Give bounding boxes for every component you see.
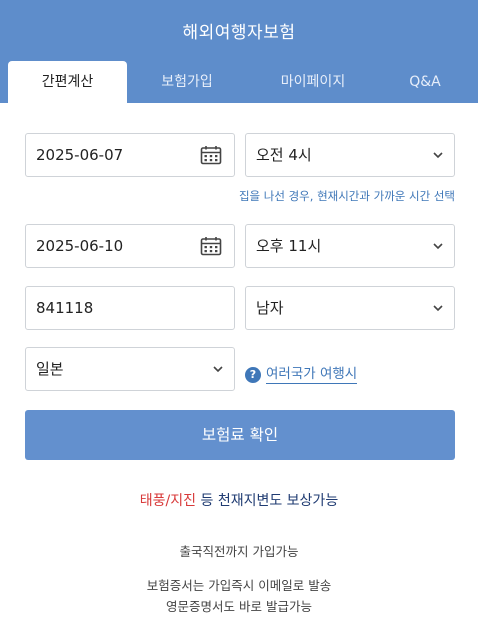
gender-select[interactable]: 남자: [245, 286, 455, 330]
return-date-value: 2025-06-10: [36, 237, 124, 255]
question-icon: ?: [245, 367, 261, 383]
tab-quick-calc[interactable]: 간편계산: [8, 61, 127, 103]
chevron-down-icon: [433, 305, 443, 312]
tab-bar: 간편계산 보험가입 마이페이지 Q&A: [0, 61, 478, 103]
calendar-icon[interactable]: [200, 236, 222, 256]
multi-country-link[interactable]: ? 여러국가 여행시: [245, 364, 358, 386]
return-time-select[interactable]: 오후 11시: [245, 224, 455, 268]
info-line: 영문증명서도 바로 발급가능: [166, 599, 312, 614]
tab-signup[interactable]: 보험가입: [127, 61, 247, 103]
birthdate-input[interactable]: 841118: [25, 286, 235, 330]
country-select[interactable]: 일본: [25, 347, 235, 391]
premium-check-button[interactable]: 보험료 확인: [25, 410, 455, 460]
promo-highlight: 태풍/지진: [139, 493, 197, 509]
gender-value: 남자: [256, 299, 284, 317]
country-value: 일본: [36, 360, 64, 378]
tab-qna[interactable]: Q&A: [370, 61, 478, 103]
departure-time-value: 오전 4시: [256, 146, 312, 164]
chevron-down-icon: [433, 152, 443, 159]
app-header: 해외여행자보험 간편계산 보험가입 마이페이지 Q&A: [0, 0, 478, 103]
promo-text: 태풍/지진 등 천재지변도 보상가능: [0, 490, 478, 510]
page-title: 해외여행자보험: [182, 23, 296, 43]
tab-mypage[interactable]: 마이페이지: [253, 61, 373, 103]
calendar-icon[interactable]: [200, 145, 222, 165]
departure-date-input[interactable]: 2025-06-07: [25, 133, 235, 177]
info-line: 보험증서는 가입즉시 이메일로 발송: [146, 578, 332, 593]
multi-country-link-label[interactable]: 여러국가 여행시: [266, 366, 358, 384]
departure-time-select[interactable]: 오전 4시: [245, 133, 455, 177]
departure-date-value: 2025-06-07: [36, 146, 124, 164]
birthdate-value: 841118: [36, 299, 94, 317]
info-line: 출국직전까지 가입가능: [179, 544, 299, 559]
return-time-value: 오후 11시: [256, 237, 322, 255]
chevron-down-icon: [213, 366, 223, 373]
chevron-down-icon: [433, 243, 443, 250]
promo-rest: 등 천재지변도 보상가능: [196, 493, 339, 509]
return-date-input[interactable]: 2025-06-10: [25, 224, 235, 268]
departure-time-hint: 집을 나선 경우, 현재시간과 가까운 시간 선택: [238, 189, 455, 203]
